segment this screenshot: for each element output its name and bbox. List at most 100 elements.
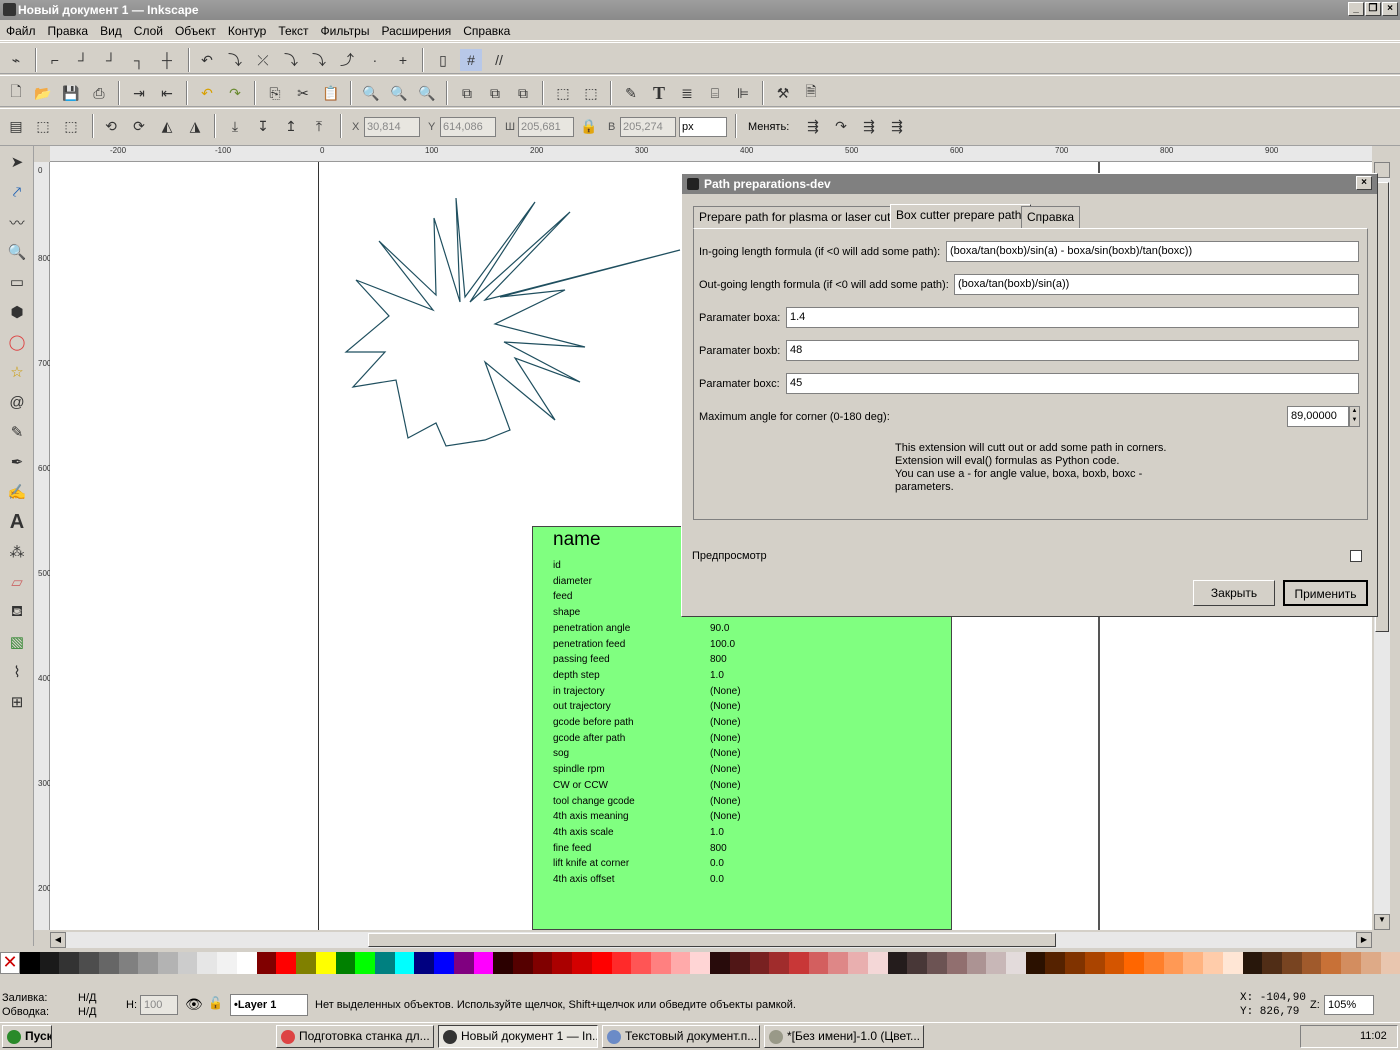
export-icon[interactable]: ⇤ bbox=[156, 82, 178, 104]
undo-icon[interactable]: ↶ bbox=[196, 82, 218, 104]
boxc-input[interactable]: 45 bbox=[786, 373, 1359, 394]
deselect-icon[interactable]: ⬚ bbox=[60, 115, 82, 137]
color-swatch[interactable] bbox=[808, 952, 829, 974]
color-swatch[interactable] bbox=[848, 952, 868, 974]
color-swatch[interactable] bbox=[394, 952, 415, 974]
task-gimp[interactable]: *[Без имени]-1.0 (Цвет... bbox=[764, 1025, 924, 1048]
rotate-cw-icon[interactable]: ⟳ bbox=[128, 115, 150, 137]
color-swatch[interactable] bbox=[374, 952, 395, 974]
color-swatch[interactable] bbox=[1242, 952, 1263, 974]
outgoing-input[interactable]: (boxa/tan(boxb)/sin(a)) bbox=[954, 274, 1359, 295]
horizontal-scroll-thumb[interactable] bbox=[368, 933, 1056, 947]
ingoing-input[interactable]: (boxa/tan(boxb)/sin(a) - boxa/sin(boxb)/… bbox=[946, 241, 1359, 262]
pen-tool-icon[interactable]: ✒ bbox=[5, 450, 29, 474]
move-gradient-icon[interactable]: ⇶ bbox=[858, 115, 880, 137]
gradient-tool-icon[interactable]: ▧ bbox=[5, 630, 29, 654]
flip-vertical-icon[interactable]: ◮ bbox=[184, 115, 206, 137]
color-swatch[interactable] bbox=[552, 952, 573, 974]
color-swatch[interactable] bbox=[887, 952, 908, 974]
color-swatch[interactable] bbox=[1360, 952, 1381, 974]
lower-icon[interactable]: ↧ bbox=[252, 115, 274, 137]
color-swatch[interactable] bbox=[453, 952, 474, 974]
color-swatch[interactable] bbox=[631, 952, 651, 974]
pencil-tool-icon[interactable]: ✎ bbox=[5, 420, 29, 444]
menu-file[interactable]: Файл bbox=[0, 21, 42, 38]
snap-midpoint-icon[interactable]: ⤴ bbox=[336, 49, 358, 71]
rotate-ccw-icon[interactable]: ⟲ bbox=[100, 115, 122, 137]
close-window-button[interactable]: × bbox=[1382, 2, 1398, 16]
node-tool-icon[interactable]: ⤤ bbox=[5, 180, 29, 204]
open-icon[interactable]: 📂 bbox=[32, 82, 54, 104]
layers-icon[interactable]: ≣ bbox=[676, 82, 698, 104]
color-swatch[interactable] bbox=[1341, 952, 1361, 974]
color-swatch[interactable] bbox=[1183, 952, 1204, 974]
color-swatch[interactable] bbox=[355, 952, 375, 974]
color-swatch[interactable] bbox=[572, 952, 592, 974]
menu-filters[interactable]: Фильтры bbox=[315, 21, 376, 38]
menu-layer[interactable]: Слой bbox=[128, 21, 169, 38]
start-button[interactable]: Пуск bbox=[2, 1025, 52, 1048]
color-swatch[interactable] bbox=[828, 952, 849, 974]
color-swatch[interactable] bbox=[118, 952, 139, 974]
color-swatch[interactable] bbox=[710, 952, 730, 974]
color-swatch[interactable] bbox=[867, 952, 888, 974]
angle-spin-input[interactable]: 89,00000 bbox=[1287, 406, 1349, 427]
color-swatch[interactable] bbox=[315, 952, 336, 974]
unlink-clone-icon[interactable]: ⧉ bbox=[512, 82, 534, 104]
color-swatch[interactable] bbox=[1282, 952, 1302, 974]
color-palette[interactable]: ✕ bbox=[0, 952, 1400, 974]
color-swatch[interactable] bbox=[335, 952, 356, 974]
restore-button[interactable]: ❐ bbox=[1365, 2, 1381, 16]
fill-stroke-icon[interactable]: ✎ bbox=[620, 82, 642, 104]
lower-bottom-icon[interactable]: ⤓ bbox=[224, 115, 246, 137]
color-swatch[interactable] bbox=[59, 952, 80, 974]
print-icon[interactable]: ⎙ bbox=[88, 82, 110, 104]
task-inkscape[interactable]: Новый документ 1 — In... bbox=[438, 1025, 598, 1048]
select-all-icon[interactable]: ▤ bbox=[5, 115, 27, 137]
menu-path[interactable]: Контур bbox=[222, 21, 272, 38]
color-swatch[interactable] bbox=[1045, 952, 1066, 974]
color-swatch[interactable] bbox=[1143, 952, 1164, 974]
zoom-tool-icon[interactable]: 🔍 bbox=[5, 240, 29, 264]
connector-tool-icon[interactable]: ⊞ bbox=[5, 690, 29, 714]
color-swatch[interactable] bbox=[1163, 952, 1184, 974]
calligraphy-tool-icon[interactable]: ✍ bbox=[5, 480, 29, 504]
star-tool-icon[interactable]: ☆ bbox=[5, 360, 29, 384]
3d-box-tool-icon[interactable]: ⬢ bbox=[5, 300, 29, 324]
color-swatch[interactable] bbox=[986, 952, 1006, 974]
unit-select[interactable]: px bbox=[679, 117, 727, 137]
snap-bbox-corner-icon[interactable]: ┘ bbox=[100, 49, 122, 71]
ellipse-tool-icon[interactable]: ◯ bbox=[5, 330, 29, 354]
color-swatch[interactable] bbox=[177, 952, 198, 974]
menu-edit[interactable]: Правка bbox=[42, 21, 95, 38]
color-swatch[interactable] bbox=[414, 952, 435, 974]
copy-icon[interactable]: ⎘ bbox=[264, 82, 286, 104]
color-swatch[interactable] bbox=[1203, 952, 1223, 974]
duplicate-icon[interactable]: ⧉ bbox=[456, 82, 478, 104]
color-swatch[interactable] bbox=[927, 952, 947, 974]
tab-box-cutter[interactable]: Box cutter prepare path. bbox=[890, 204, 1031, 228]
menu-object[interactable]: Объект bbox=[169, 21, 222, 38]
color-swatch[interactable] bbox=[276, 952, 297, 974]
ungroup-icon[interactable]: ⬚ bbox=[580, 82, 602, 104]
eraser-tool-icon[interactable]: ▱ bbox=[5, 570, 29, 594]
rectangle-tool-icon[interactable]: ▭ bbox=[5, 270, 29, 294]
color-swatch[interactable] bbox=[434, 952, 454, 974]
save-icon[interactable]: 💾 bbox=[60, 82, 82, 104]
color-swatch[interactable] bbox=[256, 952, 277, 974]
snap-bbox-center-icon[interactable]: ┼ bbox=[156, 49, 178, 71]
zoom-input[interactable]: 105% bbox=[1324, 995, 1374, 1015]
snap-toggle-icon[interactable]: ⌁ bbox=[5, 49, 27, 71]
snap-grid-icon[interactable]: # bbox=[460, 49, 482, 71]
document-properties-icon[interactable]: 🗎 bbox=[800, 82, 822, 104]
height-input[interactable]: 205,274 bbox=[620, 117, 676, 137]
snap-bbox-edge-icon[interactable]: ┘ bbox=[72, 49, 94, 71]
snap-smooth-icon[interactable]: ⤵ bbox=[308, 49, 330, 71]
text-tool-icon[interactable]: A bbox=[5, 510, 29, 534]
task-notepad[interactable]: Текстовый документ.п... bbox=[602, 1025, 760, 1048]
color-swatch[interactable] bbox=[98, 952, 119, 974]
spiral-tool-icon[interactable]: @ bbox=[5, 390, 29, 414]
color-swatch[interactable] bbox=[138, 952, 159, 974]
color-swatch[interactable] bbox=[1104, 952, 1125, 974]
color-swatch[interactable] bbox=[217, 952, 237, 974]
